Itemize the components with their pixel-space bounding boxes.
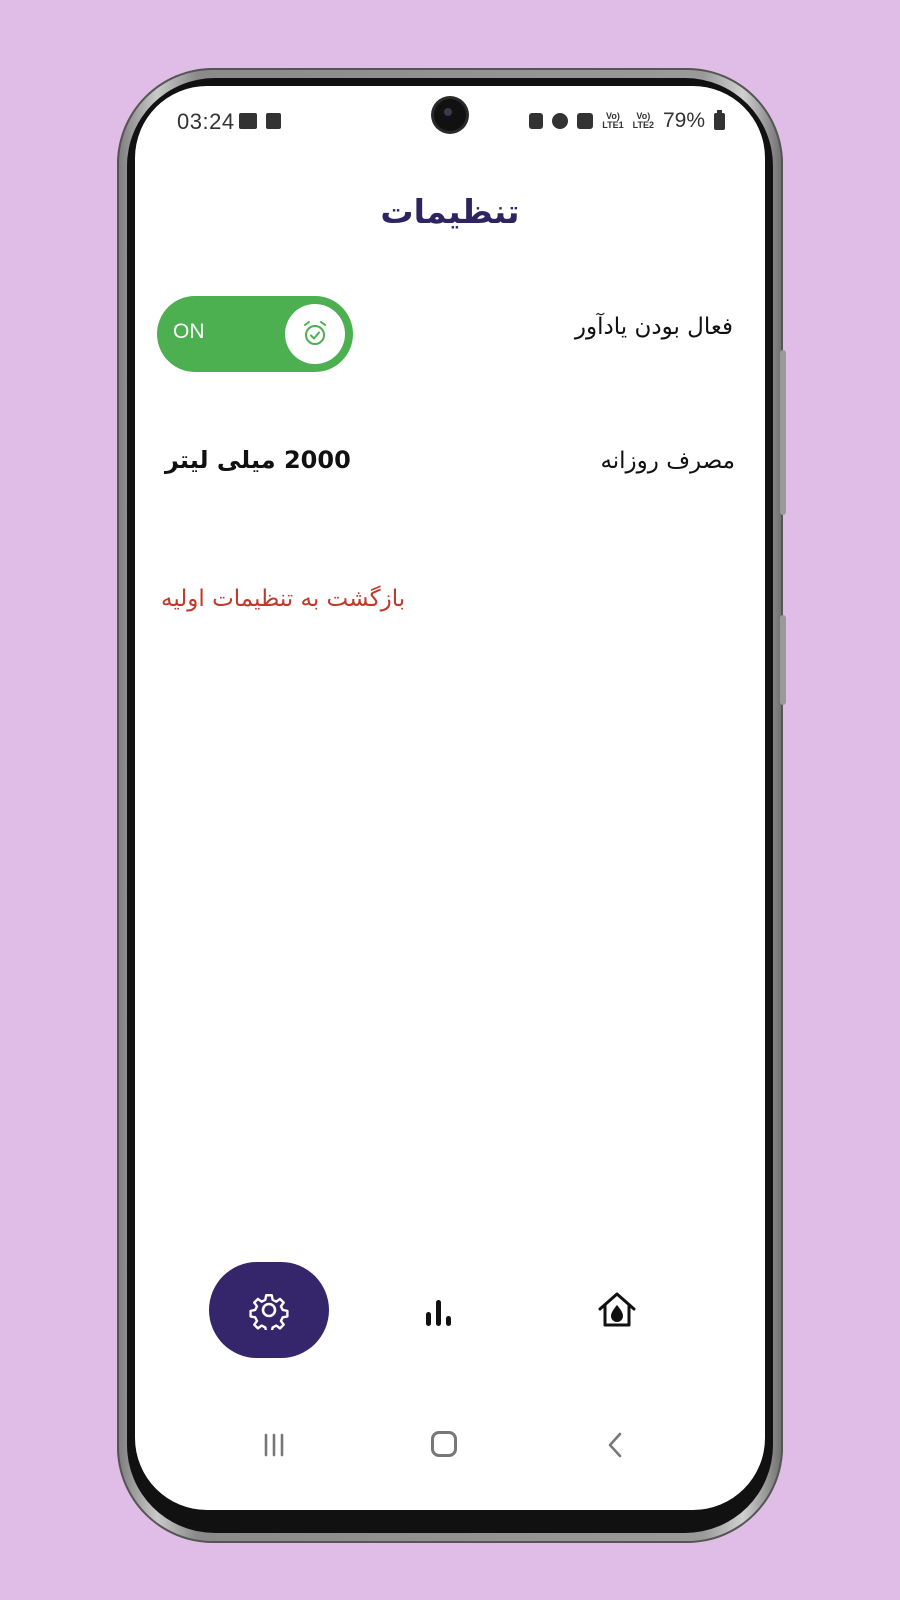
recents-button[interactable] (261, 1432, 287, 1458)
power-button (780, 615, 786, 705)
bar-chart-icon (426, 1300, 451, 1326)
battery-level: 79% (662, 109, 705, 132)
nav-settings-button[interactable] (209, 1262, 329, 1358)
water-home-icon (598, 1292, 636, 1327)
gallery-icon (239, 113, 257, 129)
status-icons: Vo) LTE1 Vo) LTE2 79% (529, 109, 725, 133)
volume-button (780, 350, 786, 515)
nav-home-button[interactable] (595, 1288, 639, 1332)
back-button[interactable] (605, 1430, 625, 1460)
recycle-icon (529, 113, 544, 129)
reminder-label: فعال بودن یادآور (574, 314, 733, 340)
phone-screen: 03:24 Vo) LTE1 Vo) LTE2 79% تنظیمات فعال ب… (135, 86, 765, 1510)
gear-icon (249, 1294, 289, 1330)
notification-icon (266, 113, 281, 129)
daily-intake-value[interactable]: 2000 میلی لیتر (165, 446, 351, 474)
system-nav-bar (135, 1416, 765, 1476)
nav-stats-button[interactable] (419, 1292, 459, 1332)
status-time: 03:24 (177, 109, 235, 134)
toggle-state-text: ON (173, 320, 205, 343)
page-title: تنظیمات (380, 192, 520, 231)
battery-icon (714, 109, 725, 130)
status-bar: 03:24 Vo) LTE1 Vo) LTE2 79% (135, 86, 765, 156)
front-camera (434, 99, 466, 131)
alarm-check-icon (304, 321, 326, 345)
sim2-signal: Vo) LTE2 (632, 111, 654, 130)
reset-settings-link[interactable]: بازگشت به تنظیمات اولیه (161, 586, 405, 612)
toggle-knob (285, 304, 345, 364)
daily-intake-label: مصرف روزانه (600, 448, 735, 474)
reminder-toggle[interactable]: ON (157, 296, 353, 372)
system-home-button[interactable] (431, 1431, 457, 1457)
mute-icon (577, 113, 594, 129)
alarm-icon (552, 113, 569, 129)
bottom-nav (135, 1256, 765, 1366)
back-icon (608, 1432, 622, 1458)
recents-icon (264, 1433, 284, 1457)
sim1-signal: Vo) LTE1 (602, 111, 624, 130)
